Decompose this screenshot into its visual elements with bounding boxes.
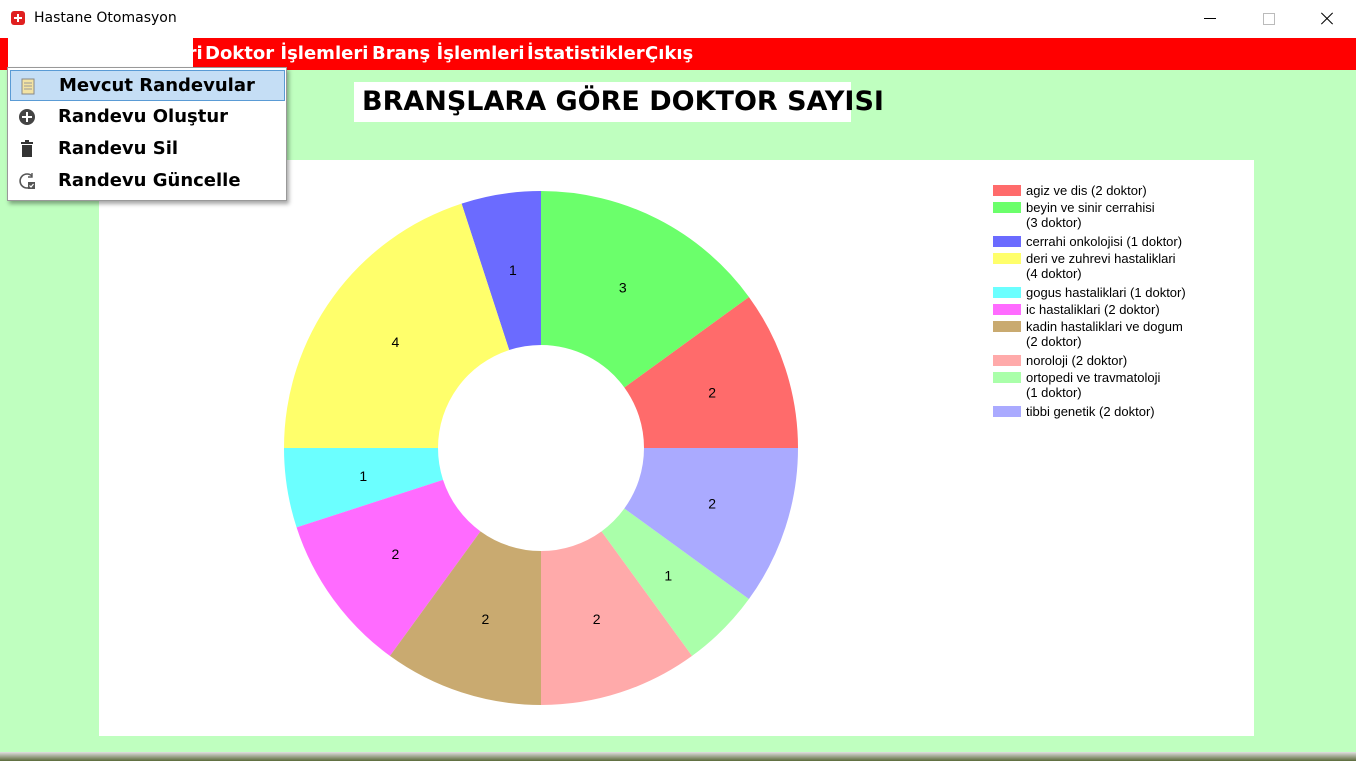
slice-value-label: 4	[391, 334, 399, 350]
menu-bar: Randevu İşlemleri Doktor İşlemleri Branş…	[0, 38, 1356, 70]
window-title: Hastane Otomasyon	[34, 10, 177, 26]
dropdown-item-mevcut-randevular[interactable]: Mevcut Randevular	[10, 70, 285, 101]
refresh-check-icon	[19, 173, 35, 189]
legend-label: deri ve zuhrevi hastaliklari	[1026, 251, 1176, 266]
slice-value-label: 3	[619, 280, 627, 296]
dropdown-item-label: Mevcut Randevular	[59, 75, 255, 96]
slice-value-label: 1	[664, 567, 672, 583]
dropdown-item-randevu-guncelle[interactable]: Randevu Güncelle	[10, 166, 285, 197]
legend-label: (2 doktor)	[1026, 334, 1082, 349]
legend-label: kadin hastaliklari ve dogum	[1026, 319, 1183, 334]
doctor-count-donut-chart: 2 3 1 4 1 2 2 2 1 2 agiz ve dis (2 doktor) beyin ve…	[284, 183, 1186, 705]
hospital-app-icon	[11, 11, 25, 25]
slice-value-label: 2	[708, 496, 716, 512]
legend-swatch	[993, 406, 1021, 417]
dropdown-item-label: Randevu Güncelle	[58, 170, 241, 191]
maximize-button[interactable]	[1240, 0, 1298, 38]
legend-swatch	[993, 304, 1021, 315]
legend-label: (1 doktor)	[1026, 385, 1082, 400]
close-button[interactable]	[1298, 0, 1356, 38]
legend-swatch	[993, 372, 1021, 383]
menu-randevu-islemleri[interactable]: Randevu İşlemleri	[8, 38, 203, 70]
slice-value-label: 1	[509, 262, 517, 278]
legend-label: ic hastaliklari (2 doktor)	[1026, 302, 1160, 317]
trash-icon	[21, 140, 33, 157]
legend-label: tibbi genetik (2 doktor)	[1026, 404, 1155, 419]
bottom-background-strip	[0, 752, 1356, 761]
legend-swatch	[993, 236, 1021, 247]
title-bar: Hastane Otomasyon	[0, 0, 1356, 38]
legend-swatch	[993, 287, 1021, 298]
dropdown-item-label: Randevu Oluştur	[58, 106, 229, 127]
notepad-icon	[21, 78, 35, 95]
minimize-button[interactable]	[1182, 0, 1240, 38]
legend-swatch	[993, 253, 1021, 264]
chart-heading: BRANŞLARA GÖRE DOKTOR SAYISI	[354, 82, 884, 122]
dropdown-item-randevu-sil[interactable]: Randevu Sil	[10, 134, 285, 165]
dropdown-item-label: Randevu Sil	[58, 138, 179, 159]
chart-panel: 2 3 1 4 1 2 2 2 1 2 agiz ve dis (2 doktor) beyin ve…	[99, 160, 1254, 736]
legend-label: beyin ve sinir cerrahisi	[1026, 200, 1155, 215]
legend-label: noroloji (2 doktor)	[1026, 353, 1127, 368]
slice-value-label: 2	[391, 546, 399, 562]
legend-label: gogus hastaliklari (1 doktor)	[1026, 285, 1186, 300]
plus-circle-icon	[19, 109, 35, 125]
legend-label: (4 doktor)	[1026, 266, 1082, 281]
menu-doktor-islemleri[interactable]: Doktor İşlemleri	[193, 38, 380, 70]
page-title: BRANŞLARA GÖRE DOKTOR SAYISI	[362, 86, 884, 117]
legend-swatch	[993, 185, 1021, 196]
randevu-dropdown-menu: Mevcut Randevular Randevu Oluştur Randev…	[7, 67, 287, 201]
legend-label: (3 doktor)	[1026, 215, 1082, 230]
slice-value-label: 1	[359, 468, 367, 484]
menu-brans-islemleri[interactable]: Branş İşlemleri	[360, 38, 537, 70]
slice-value-label: 2	[593, 611, 601, 627]
slice-value-label: 2	[708, 384, 716, 400]
legend-swatch	[993, 321, 1021, 332]
legend-swatch	[993, 202, 1021, 213]
dropdown-item-randevu-olustur[interactable]: Randevu Oluştur	[10, 102, 285, 133]
legend-label: cerrahi onkolojisi (1 doktor)	[1026, 234, 1182, 249]
menu-cikis[interactable]: Çıkış	[633, 38, 705, 70]
legend-label: agiz ve dis (2 doktor)	[1026, 183, 1147, 198]
legend-swatch	[993, 355, 1021, 366]
slice-value-label: 2	[481, 611, 489, 627]
legend-label: ortopedi ve travmatoloji	[1026, 370, 1161, 385]
